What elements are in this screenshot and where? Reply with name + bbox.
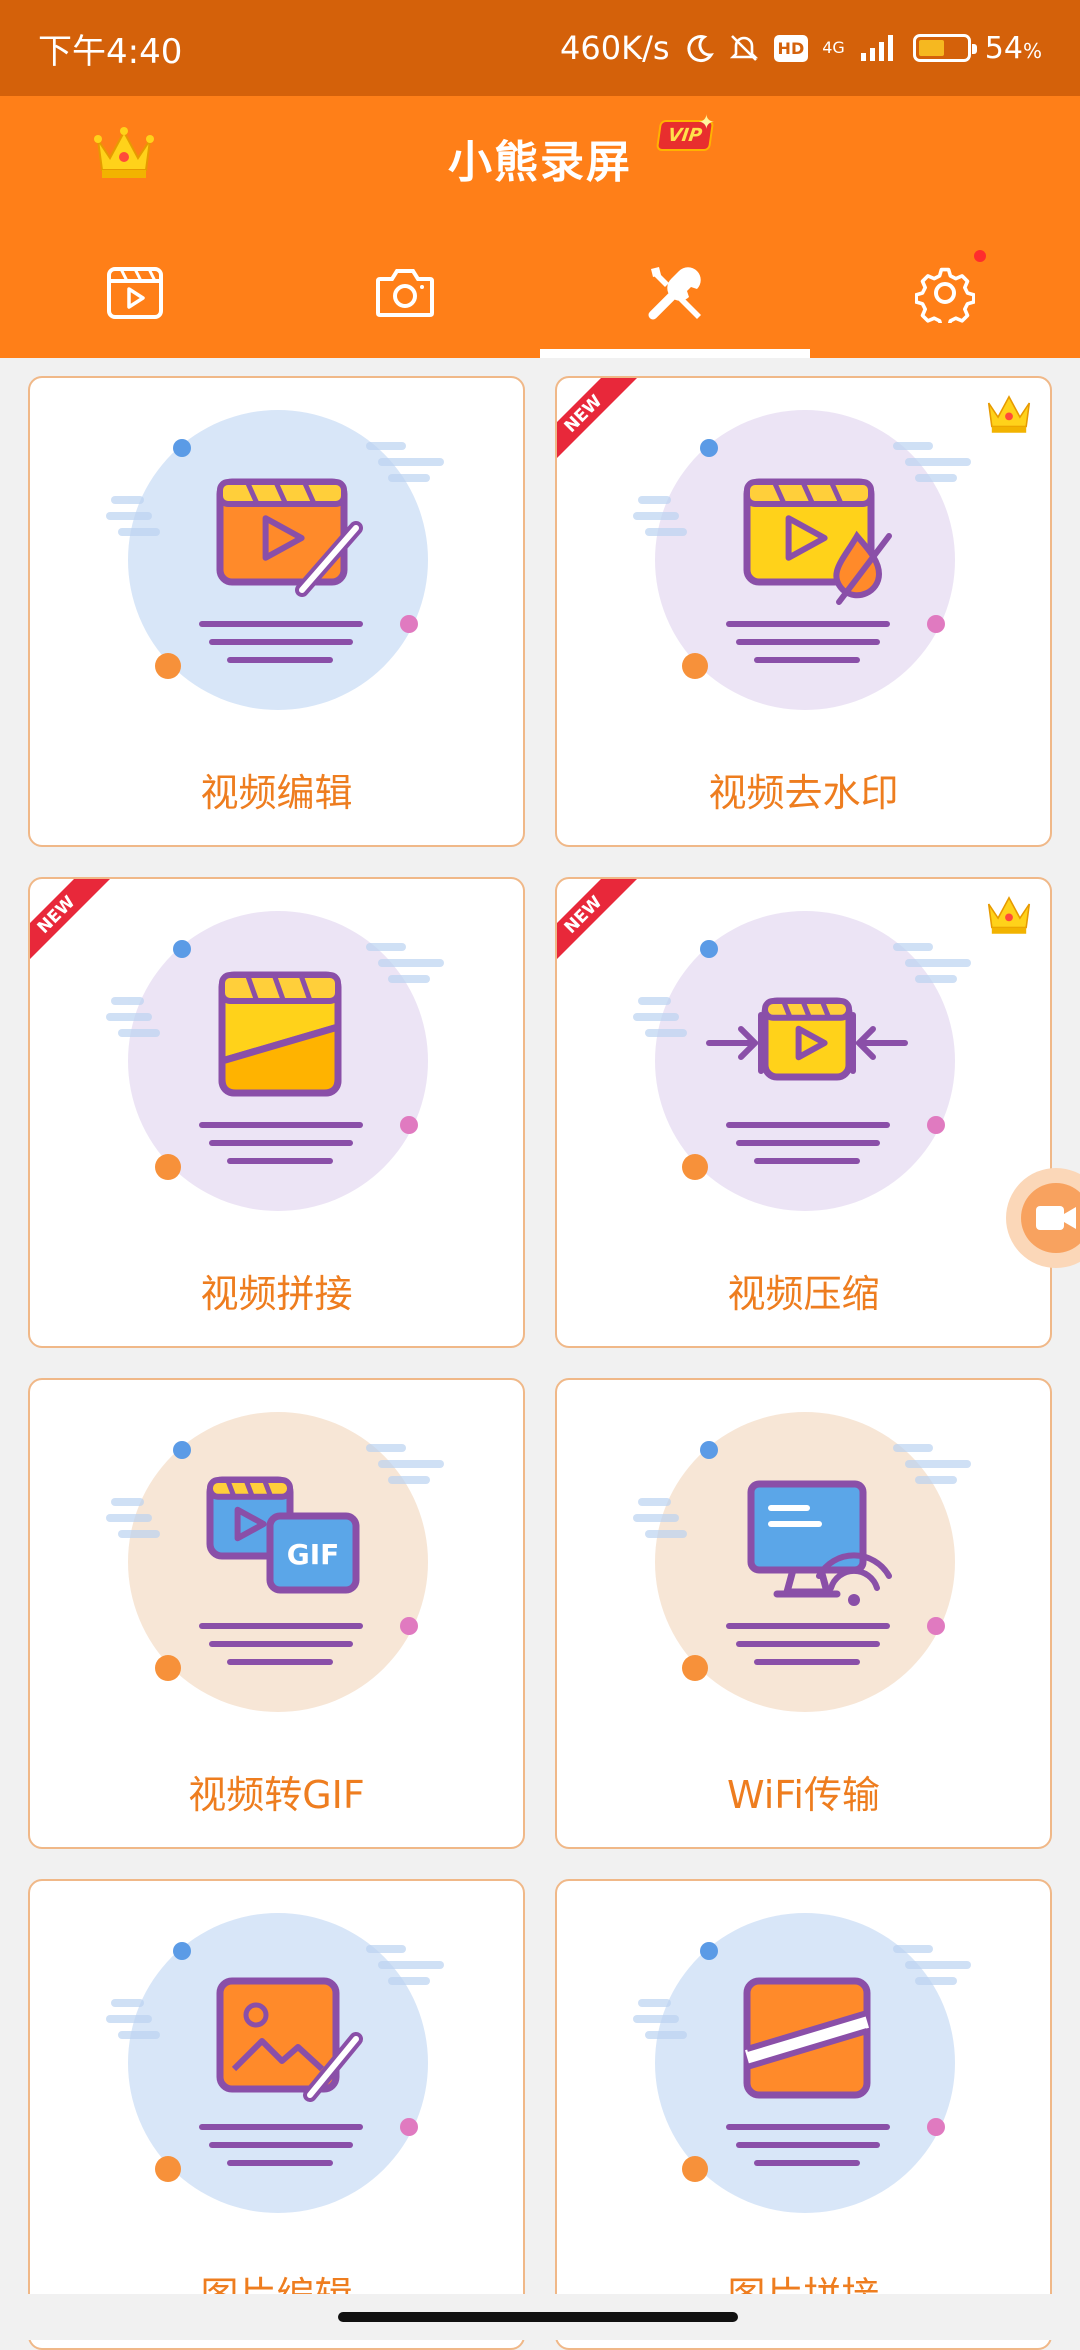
- tool-card[interactable]: 视频编辑: [28, 376, 525, 847]
- tool-card[interactable]: NEW 视频拼接: [28, 877, 525, 1348]
- hd-badge: HD: [773, 34, 809, 62]
- network-speed: 460K/s: [560, 29, 670, 67]
- tab-bar: [0, 228, 1080, 358]
- tool-card[interactable]: GIF 视频转GIF: [28, 1378, 525, 1849]
- battery-percent-unit: %: [1022, 38, 1042, 63]
- tool-card[interactable]: 图片拼接: [555, 1879, 1052, 2350]
- status-time: 下午4:40: [38, 31, 183, 72]
- video-to-gif-icon: GIF: [106, 1412, 444, 1712]
- tool-card[interactable]: NEW 视频压缩: [555, 877, 1052, 1348]
- status-icons: 460K/s HD 4G 54%: [560, 29, 1042, 67]
- sparkle-icon: ✦: [698, 110, 715, 134]
- battery-percent: 54%: [985, 31, 1042, 66]
- notification-dot: [974, 250, 986, 262]
- tool-label: 视频压缩: [727, 1272, 880, 1316]
- record-camera-icon: [1021, 1183, 1080, 1253]
- tab-tools[interactable]: [540, 228, 810, 358]
- svg-text:GIF: GIF: [287, 1538, 340, 1571]
- image-edit-icon: [106, 1913, 444, 2213]
- home-indicator[interactable]: [338, 2312, 738, 2322]
- tool-label: 视频编辑: [200, 771, 353, 815]
- tab-settings[interactable]: [810, 228, 1080, 358]
- moon-icon: [684, 33, 714, 63]
- status-bar: 下午4:40 460K/s HD 4G 54%: [0, 0, 1080, 96]
- vip-crown-icon: [987, 896, 1031, 934]
- new-ribbon: NEW: [30, 879, 110, 959]
- video-list-icon: [107, 267, 163, 319]
- wifi-transfer-icon: [633, 1412, 971, 1712]
- image-merge-icon: [633, 1913, 971, 2213]
- mute-bell-icon: [728, 32, 760, 64]
- video-edit-icon: [106, 410, 444, 710]
- new-ribbon: NEW: [557, 378, 637, 458]
- tool-card[interactable]: NEW 视频去水印: [555, 376, 1052, 847]
- battery-icon: [912, 34, 977, 62]
- app-header: 小熊录屏 VIP ✦: [0, 96, 1080, 358]
- tool-label: 视频拼接: [200, 1272, 353, 1316]
- battery-percent-value: 54: [984, 30, 1023, 66]
- tool-card[interactable]: WiFi传输: [555, 1378, 1052, 1849]
- new-ribbon: NEW: [557, 879, 637, 959]
- settings-icon: [915, 267, 975, 323]
- camera-icon: [376, 269, 434, 317]
- tool-card[interactable]: 图片编辑: [28, 1879, 525, 2350]
- tab-screenshot[interactable]: [270, 228, 540, 358]
- tab-videos[interactable]: [0, 228, 270, 358]
- tools-icon: [648, 267, 701, 320]
- tools-grid: 视频编辑 NEW 视频去水印 NEW 视频拼接 NEW 视频压缩 GIF 视频转…: [28, 376, 1052, 2350]
- vip-crown-icon: [987, 395, 1031, 433]
- tool-label: WiFi传输: [727, 1773, 880, 1817]
- network-type: 4G: [822, 38, 845, 57]
- tool-label: 视频转GIF: [188, 1773, 365, 1817]
- bottom-bar: [0, 2294, 1080, 2340]
- app-title: 小熊录屏: [448, 137, 632, 188]
- tool-label: 视频去水印: [708, 771, 899, 815]
- signal-icon: [859, 33, 899, 63]
- battery-fill: [918, 40, 944, 56]
